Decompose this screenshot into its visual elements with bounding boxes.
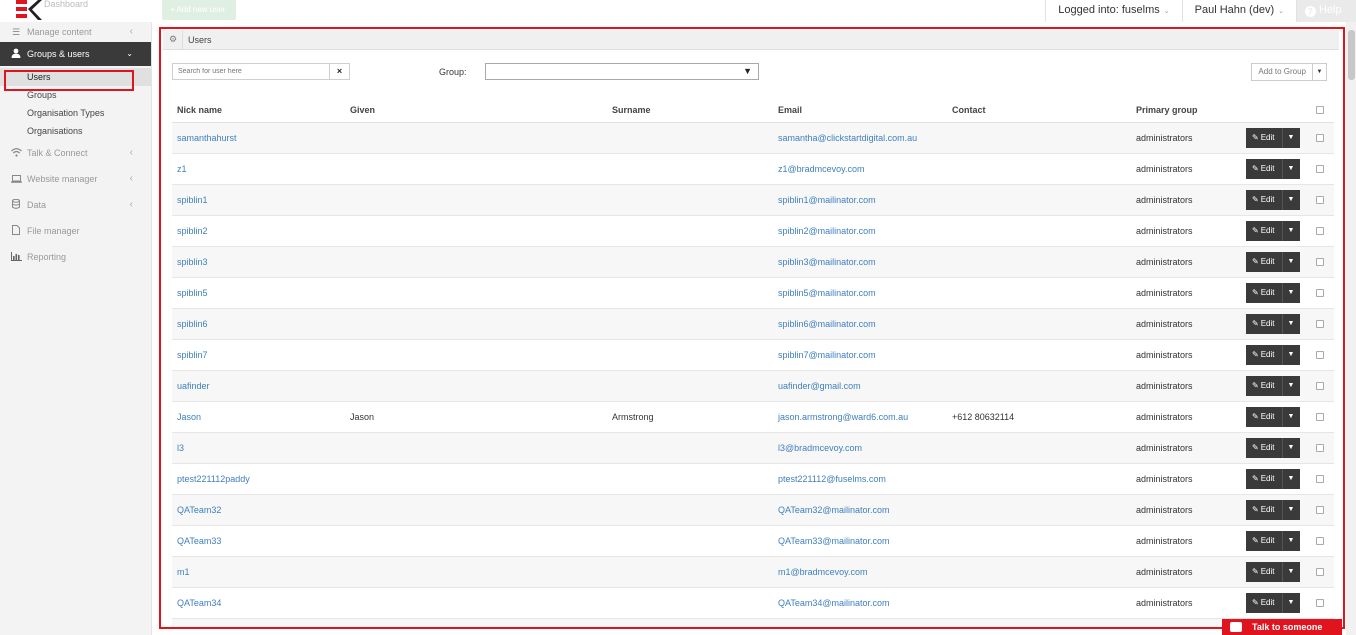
- sidebar-subitem-organisations[interactable]: Organisations: [0, 122, 151, 140]
- sidebar-item-reporting[interactable]: Reporting: [0, 244, 151, 270]
- wifi-icon: [10, 140, 22, 166]
- sidebar-item-label: Website manager: [27, 174, 98, 184]
- user-icon: [10, 42, 22, 66]
- sidebar-item-label: Data: [27, 200, 47, 210]
- sidebar-item-website-manager[interactable]: Website manager ‹: [0, 166, 151, 192]
- chat-widget[interactable]: Talk to someone: [1222, 619, 1342, 635]
- sidebar-item-file-manager[interactable]: File manager: [0, 218, 151, 244]
- database-icon: [10, 192, 22, 218]
- chat-bubble-icon: [1230, 622, 1242, 632]
- sidebar-item-label: File manager: [27, 226, 80, 236]
- chevron-left-icon: ‹: [129, 147, 133, 158]
- logged-into-menu[interactable]: Logged into: fuselms ⌄: [1045, 0, 1181, 22]
- user-menu[interactable]: Paul Hahn (dev) ⌄: [1181, 0, 1296, 22]
- user-menu-label: Paul Hahn (dev): [1194, 4, 1275, 16]
- scrollbar-thumb[interactable]: [1348, 30, 1355, 80]
- sidebar-item-label: Talk & Connect: [27, 148, 88, 158]
- top-bar: Dashboard + Add new user Logged into: fu…: [0, 0, 1356, 22]
- highlight-users-nav: [4, 70, 134, 91]
- chevron-down-icon: ⌄: [1278, 8, 1284, 15]
- chat-label: Talk to someone: [1252, 622, 1323, 632]
- dashboard-link[interactable]: Dashboard: [44, 0, 88, 9]
- chevron-left-icon: ‹: [129, 199, 133, 210]
- logged-into-label: Logged into: fuselms: [1058, 4, 1160, 16]
- chevron-down-icon: ⌄: [1163, 8, 1170, 15]
- sidebar: ☰ Manage content ‹ Groups & users ⌄ User…: [0, 22, 152, 635]
- app-logo[interactable]: [14, 0, 42, 20]
- sidebar-item-talk-connect[interactable]: Talk & Connect ‹: [0, 140, 151, 166]
- sidebar-subitem-organisation-types[interactable]: Organisation Types: [0, 104, 151, 122]
- sidebar-item-label: Groups & users: [27, 49, 90, 59]
- sidebar-item-label: Reporting: [27, 252, 67, 262]
- laptop-icon: [10, 166, 22, 192]
- sidebar-item-label: Manage content: [27, 27, 92, 37]
- help-button[interactable]: ? Help: [1296, 0, 1356, 22]
- chevron-left-icon: ‹: [129, 173, 133, 184]
- highlight-users-panel: [159, 27, 1345, 629]
- sidebar-item-groups-users[interactable]: Groups & users ⌄: [0, 42, 151, 66]
- help-icon: ?: [1305, 6, 1316, 17]
- chevron-left-icon: ‹: [129, 26, 133, 37]
- help-label: Help: [1319, 4, 1342, 16]
- page-scrollbar[interactable]: [1346, 22, 1356, 635]
- top-right-menu: Logged into: fuselms ⌄ Paul Hahn (dev) ⌄ ?…: [1045, 0, 1356, 22]
- file-icon: [10, 218, 22, 244]
- sidebar-item-manage-content[interactable]: ☰ Manage content ‹: [0, 22, 151, 42]
- chevron-down-icon: ⌄: [126, 49, 133, 58]
- layers-icon: ☰: [11, 27, 21, 37]
- bar-chart-icon: [10, 244, 22, 270]
- sidebar-item-data[interactable]: Data ‹: [0, 192, 151, 218]
- add-new-user-button[interactable]: + Add new user: [162, 0, 236, 20]
